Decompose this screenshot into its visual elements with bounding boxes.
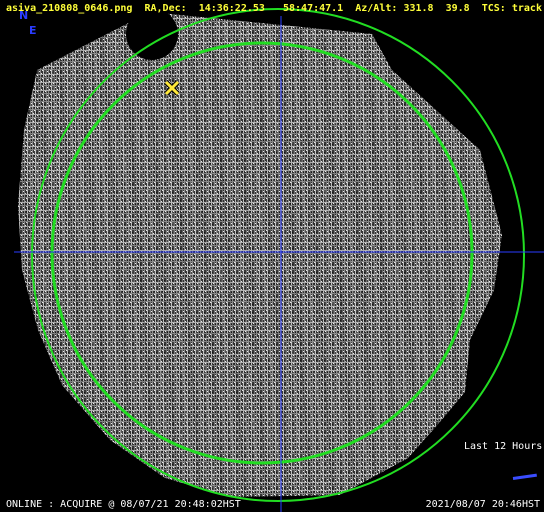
sky-frame — [18, 12, 502, 497]
allsky-image — [14, 8, 544, 512]
header-bar: asiva_210808_0646.png RA,Dec: 14:36:22.5… — [6, 3, 542, 14]
radec-label: RA,Dec: — [144, 3, 187, 14]
dec-value: 58:47:47.1 — [282, 3, 344, 14]
ra-value: 14:36:22.53 — [198, 3, 265, 14]
status-line: ONLINE : ACQUIRE @ 08/07/21 20:48:02HST — [6, 499, 241, 510]
allsky-viewer: asiva_210808_0646.png RA,Dec: 14:36:22.5… — [0, 0, 544, 512]
compass-north: N — [19, 9, 29, 22]
compass-east: E — [29, 24, 37, 37]
legend-label: Last 12 Hours — [464, 441, 543, 452]
azalt-label: Az/Alt: — [355, 3, 398, 14]
tcs-label: TCS: — [481, 3, 506, 14]
alt-value: 39.8 — [445, 3, 470, 14]
tcs-state: track — [511, 3, 542, 14]
timestamp: 2021/08/07 20:46HST — [425, 499, 540, 510]
az-value: 331.8 — [403, 3, 434, 14]
